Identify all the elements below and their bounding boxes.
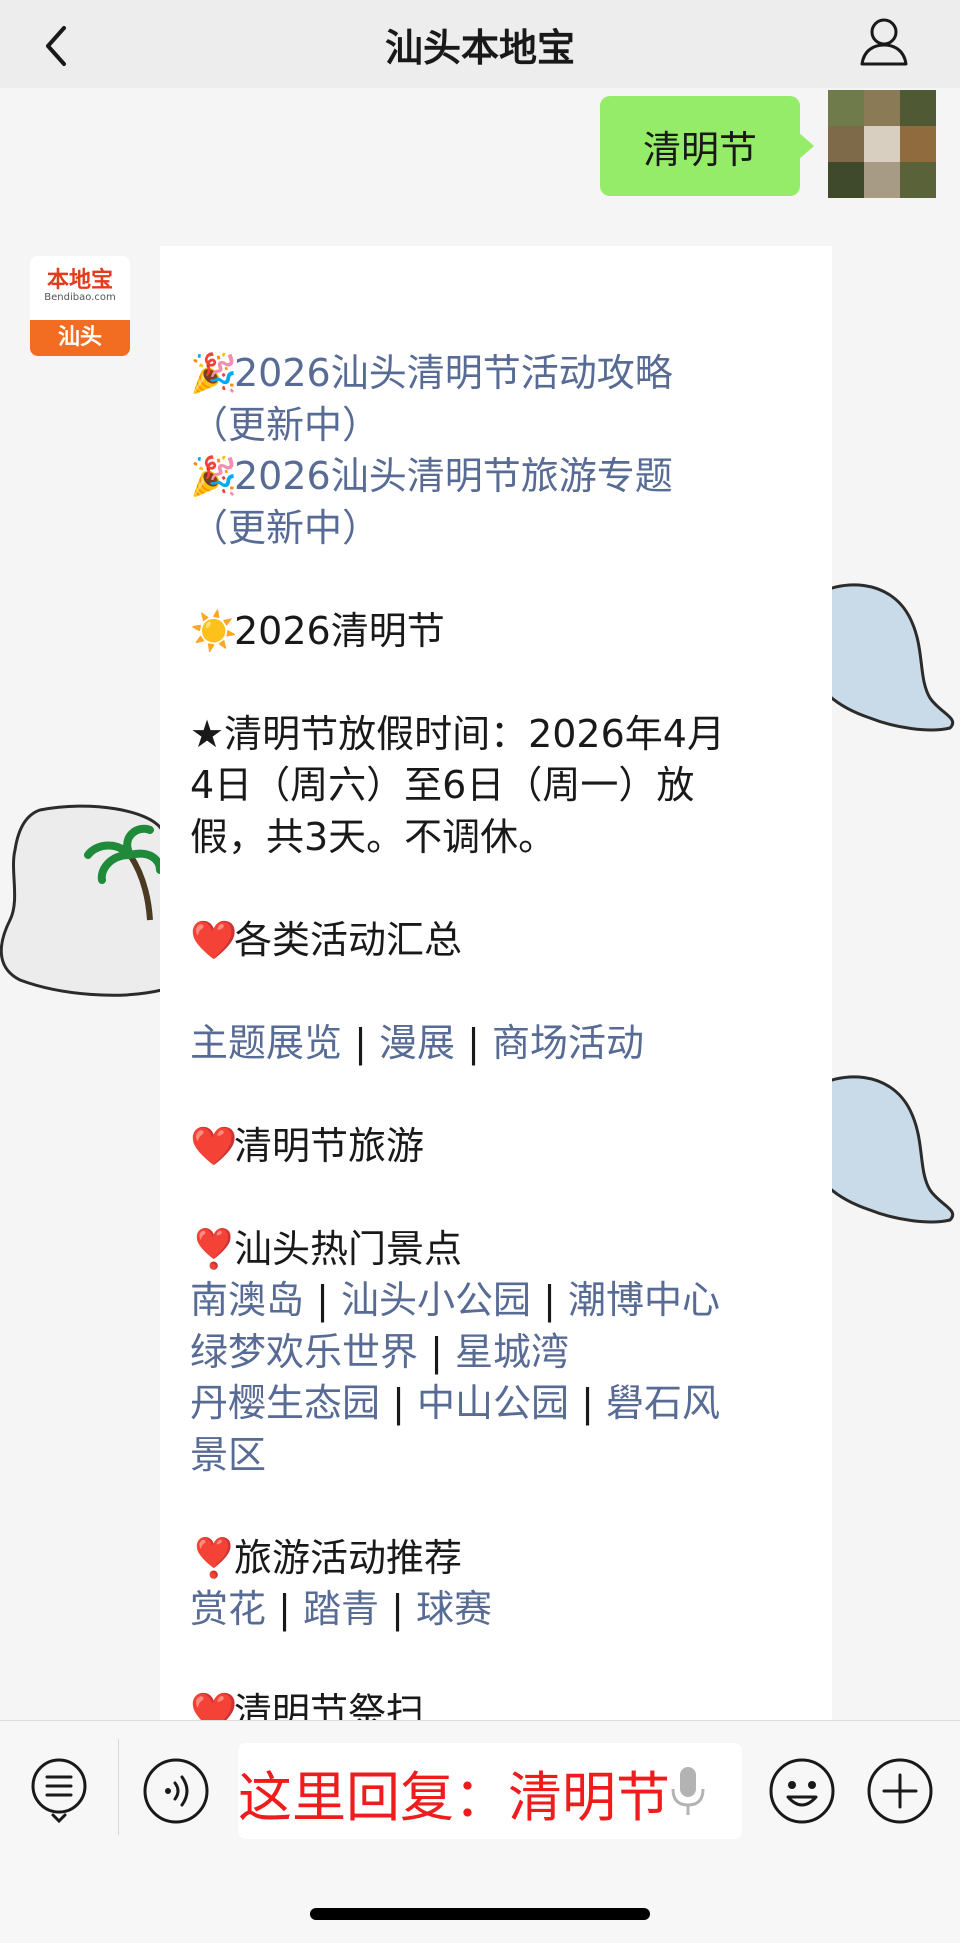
sent-message-bubble[interactable]: 清明节 <box>600 96 814 196</box>
logo-domain: Bendibao.com <box>44 292 116 303</box>
headline-link-travel[interactable]: 🎉2026汕头清明节旅游专题 <box>190 451 802 503</box>
section-festival: ☀️2026清明节 <box>190 606 802 658</box>
link-theme-exhibition[interactable]: 主题展览 <box>190 1021 342 1065</box>
link-chaobo-center[interactable]: 潮博中心 <box>568 1278 720 1322</box>
link-queshi-scenic[interactable]: 礐石风 <box>606 1381 720 1425</box>
link-flowers[interactable]: 赏花 <box>190 1587 266 1631</box>
message-input[interactable]: 这里回复：清明节 <box>238 1743 742 1839</box>
heart-exclamation-icon: ❣️ <box>190 1535 238 1580</box>
sun-icon: ☀️ <box>190 608 238 653</box>
holiday-info-line3: 假，共3天。不调休。 <box>190 814 557 859</box>
activity-links-row: 主题展览 | 漫展 | 商场活动 <box>190 1020 645 1065</box>
official-account-avatar[interactable]: 本地宝 Bendibao.com 汕头 <box>30 256 130 356</box>
hot-spots-row1: 南澳岛 | 汕头小公园 | 潮博中心 <box>190 1278 721 1322</box>
holiday-info-line1: ★清明节放假时间：2026年4月 <box>190 711 725 756</box>
link-small-park[interactable]: 汕头小公园 <box>341 1278 531 1322</box>
link-mall-events[interactable]: 商场活动 <box>492 1021 644 1065</box>
section-tomb-sweeping: ❤️清明节祭扫 <box>190 1687 802 1720</box>
hot-spots-row3: 丹樱生态园 | 中山公园 | 礐石风 <box>190 1381 721 1425</box>
reply-hint-text: 这里回复：清明节 <box>238 1766 670 1829</box>
holiday-info-line2: 4日（周六）至6日（周一）放 <box>190 763 695 807</box>
heart-icon: ❤️ <box>190 1690 238 1720</box>
link-spring-outing[interactable]: 踏青 <box>303 1587 379 1631</box>
emoji-icon[interactable] <box>768 1757 836 1825</box>
headline-link-activities-status[interactable]: （更新中） <box>190 400 802 452</box>
menu-list-icon[interactable] <box>30 1757 88 1825</box>
home-indicator[interactable] <box>310 1908 650 1920</box>
hot-spots-title: ❣️汕头热门景点 <box>190 1224 802 1276</box>
travel-recommend-links: 赏花 | 踏青 | 球赛 <box>190 1587 493 1631</box>
user-avatar[interactable] <box>828 90 936 198</box>
hot-spots-row2: 绿梦欢乐世界 | 星城湾 <box>190 1329 570 1374</box>
headline-link-travel-status[interactable]: （更新中） <box>190 503 802 555</box>
section-travel: ❤️清明节旅游 <box>190 1121 802 1173</box>
party-popper-icon: 🎉 <box>190 454 238 498</box>
logo-city: 汕头 <box>30 320 130 356</box>
chat-area[interactable]: 清明节 本地宝 Bendibao.com 汕头 🎉2026汕头清明节活动攻略 （… <box>0 88 960 1720</box>
voice-icon[interactable] <box>142 1757 210 1825</box>
back-icon[interactable] <box>36 14 76 74</box>
plus-icon[interactable] <box>866 1757 934 1825</box>
sent-message-text: 清明节 <box>642 127 757 172</box>
party-popper-icon: 🎉 <box>190 351 238 395</box>
nav-bar: 汕头本地宝 <box>0 0 960 88</box>
logo-text: 本地宝 <box>46 268 113 293</box>
page-title: 汕头本地宝 <box>384 25 575 70</box>
headline-link-activities[interactable]: 🎉2026汕头清明节活动攻略 <box>190 348 802 400</box>
link-comic-expo[interactable]: 漫展 <box>379 1021 455 1065</box>
section-activities: ❤️各类活动汇总 <box>190 915 802 967</box>
travel-recommend-title: ❣️旅游活动推荐 <box>190 1533 802 1585</box>
link-lvmeng-world[interactable]: 绿梦欢乐世界 <box>190 1330 418 1374</box>
link-queshi-scenic-cont[interactable]: 景区 <box>190 1430 802 1482</box>
link-danying-park[interactable]: 丹樱生态园 <box>190 1381 380 1425</box>
profile-icon[interactable] <box>854 12 914 72</box>
received-message-bubble: 🎉2026汕头清明节活动攻略 （更新中） 🎉2026汕头清明节旅游专题 （更新中… <box>160 246 832 1720</box>
heart-icon: ❤️ <box>190 917 238 962</box>
microphone-icon[interactable] <box>668 1765 708 1817</box>
link-ball-games[interactable]: 球赛 <box>416 1587 492 1631</box>
link-nanao-island[interactable]: 南澳岛 <box>190 1278 304 1322</box>
heart-exclamation-icon: ❣️ <box>190 1226 238 1271</box>
link-xingcheng-bay[interactable]: 星城湾 <box>455 1330 569 1374</box>
divider <box>118 1739 119 1835</box>
palm-island-sticker <box>0 800 164 1000</box>
heart-icon: ❤️ <box>190 1123 238 1168</box>
link-zhongshan-park[interactable]: 中山公园 <box>417 1381 569 1425</box>
